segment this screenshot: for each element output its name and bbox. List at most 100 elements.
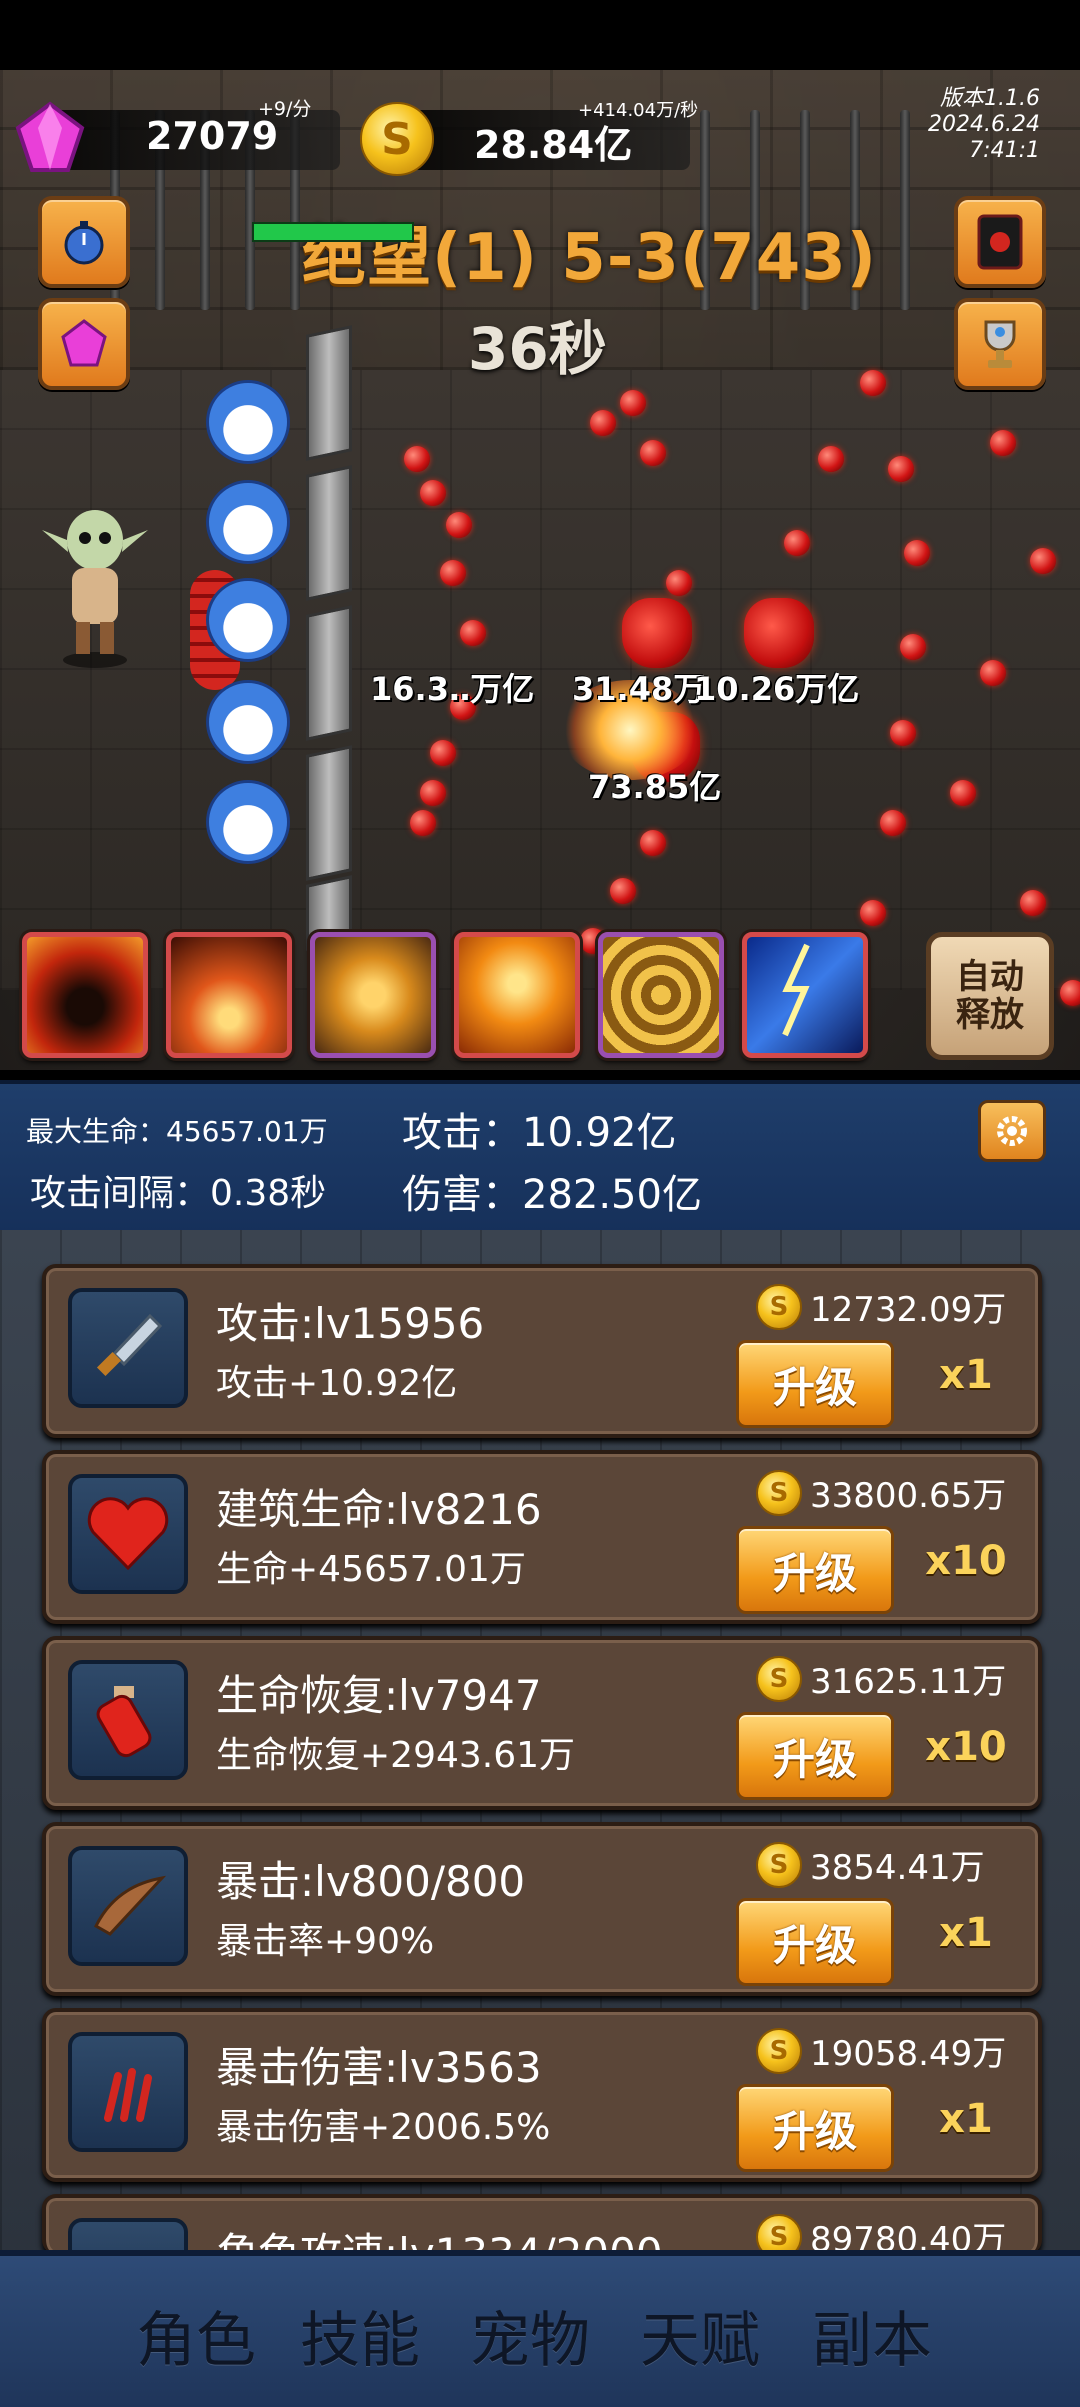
- upgrade-title: 角色攻速:lv1334/2000: [216, 2229, 663, 2254]
- upgrade-multiplier[interactable]: x10: [916, 1538, 1016, 1584]
- gear-icon: [997, 1116, 1027, 1146]
- card-button[interactable]: [954, 196, 1046, 288]
- projectile-orb: [860, 900, 886, 926]
- nav-dungeon[interactable]: 副本: [812, 2292, 932, 2379]
- upgrade-multiplier[interactable]: x10: [916, 1724, 1016, 1770]
- projectile-orb: [980, 660, 1006, 686]
- gold-coin-icon: S: [756, 2027, 802, 2074]
- barricade: [306, 605, 352, 741]
- projectile-orb: [404, 446, 430, 472]
- skill-lightning[interactable]: [742, 932, 868, 1058]
- projectile-orb: [590, 410, 616, 436]
- version-number: 版本1.1.6: [940, 86, 1040, 111]
- upgrade-card: 建筑生命:lv8216 生命+45657.01万 S 33800.65万 升级 x10: [42, 1450, 1042, 1624]
- skill-berserk[interactable]: [22, 932, 148, 1058]
- upgrade-cost-value: 19058.49万: [810, 2034, 1007, 2074]
- upgrade-button[interactable]: 升级: [736, 1340, 894, 1428]
- upgrade-button[interactable]: 升级: [736, 1898, 894, 1986]
- auto-release-button[interactable]: 自动 释放: [926, 932, 1054, 1060]
- projectile-orb: [460, 620, 486, 646]
- trophy-button[interactable]: [954, 298, 1046, 390]
- barricade: [306, 745, 352, 881]
- upgrade-cost-value: 33800.65万: [810, 1476, 1007, 1516]
- gold-count: 28.84亿: [474, 123, 633, 167]
- upgrade-title: 暴击伤害:lv3563: [216, 2043, 542, 2092]
- penguin-soldier: [206, 578, 290, 662]
- gold-coin-icon: S: [756, 1283, 802, 1330]
- projectile-orb: [430, 740, 456, 766]
- projectile-orb: [1030, 548, 1056, 574]
- gem-shop-button[interactable]: [38, 298, 130, 390]
- nav-pets[interactable]: 宠物: [470, 2292, 590, 2379]
- upgrade-button[interactable]: 升级: [736, 2084, 894, 2172]
- nav-skills[interactable]: 技能: [300, 2292, 420, 2379]
- projectile-orb: [950, 780, 976, 806]
- upgrade-cost-value: 3854.41万: [810, 1848, 985, 1888]
- stopwatch-icon: [64, 221, 104, 265]
- settings-button[interactable]: [978, 1100, 1046, 1162]
- dungeon-floor: [0, 370, 1080, 990]
- projectile-orb: [610, 878, 636, 904]
- dagger-icon: [68, 1288, 188, 1408]
- projectile-orb: [440, 560, 466, 586]
- gem-icon[interactable]: [10, 98, 90, 178]
- damage-number: 31.48万: [572, 670, 706, 708]
- barricade: [306, 325, 352, 461]
- drum-icon: [68, 2218, 188, 2254]
- upgrade-title: 生命恢复:lv7947: [216, 1671, 542, 1720]
- upgrade-cost: S 3854.41万: [756, 1840, 985, 1889]
- projectile-orb: [880, 810, 906, 836]
- stats-panel: 最大生命：45657.01万 攻击：10.92亿 攻击间隔：0.38秒 伤害：2…: [0, 1080, 1080, 1234]
- upgrade-multiplier[interactable]: x1: [916, 2096, 1016, 2142]
- damage-number: 16.3‥万亿: [370, 670, 535, 708]
- auto-label-line2: 释放: [956, 995, 1024, 1035]
- stage-timer: 36秒: [468, 315, 607, 383]
- stat-max-hp: 最大生命：45657.01万: [26, 1115, 328, 1148]
- penguin-soldier: [206, 680, 290, 764]
- skill-meteor[interactable]: [166, 932, 292, 1058]
- enemy-monster: [622, 598, 692, 668]
- claw-icon: [68, 2032, 188, 2152]
- upgrade-description: 生命恢复+2943.61万: [216, 1735, 576, 1776]
- nav-character[interactable]: 角色: [136, 2292, 256, 2379]
- trophy-icon: [984, 320, 1016, 368]
- projectile-orb: [446, 512, 472, 538]
- damage-number: 73.85亿: [588, 768, 722, 806]
- projectile-orb: [666, 570, 692, 596]
- gold-coin-icon: S: [756, 1655, 802, 1702]
- projectile-orb: [420, 780, 446, 806]
- stat-damage: 伤害：282.50亿: [402, 1172, 702, 1218]
- gold-coin-icon: S: [360, 102, 434, 176]
- skill-vortex[interactable]: [598, 932, 724, 1058]
- projectile-orb: [1060, 980, 1080, 1006]
- upgrade-multiplier[interactable]: x1: [916, 1352, 1016, 1398]
- upgrade-description: 攻击+10.92亿: [216, 1363, 458, 1404]
- upgrade-button[interactable]: 升级: [736, 1526, 894, 1614]
- gem-icon-small: [61, 319, 107, 367]
- gold-coin-icon: S: [756, 1469, 802, 1516]
- skill-flame-beast[interactable]: [454, 932, 580, 1058]
- projectile-orb: [860, 370, 886, 396]
- nav-talents[interactable]: 天赋: [640, 2292, 760, 2379]
- penguin-soldier: [206, 480, 290, 564]
- upgrade-cost: S 33800.65万: [756, 1468, 1006, 1517]
- gold-rate: +414.04万/秒: [578, 100, 699, 121]
- skill-fire-orbs[interactable]: [310, 932, 436, 1058]
- projectile-orb: [640, 440, 666, 466]
- damage-number: 10.26万亿: [694, 670, 860, 708]
- upgrade-cost-value: 89780.40万: [810, 2220, 1007, 2254]
- stage-title: 绝望(1) 5-3(743): [302, 221, 878, 295]
- projectile-orb: [640, 830, 666, 856]
- upgrade-card: 暴击伤害:lv3563 暴击伤害+2006.5% S 19058.49万 升级 x1: [42, 2008, 1042, 2182]
- projectile-orb: [990, 430, 1016, 456]
- upgrade-button[interactable]: 升级: [736, 1712, 894, 1800]
- upgrade-description: 生命+45657.01万: [216, 1549, 526, 1590]
- card-icon: [977, 214, 1023, 270]
- upgrade-description: 暴击率+90%: [216, 1921, 435, 1962]
- projectile-orb: [818, 446, 844, 472]
- projectile-orb: [904, 540, 930, 566]
- lightning-icon: [782, 943, 810, 1037]
- stopwatch-button[interactable]: [38, 196, 130, 288]
- gold-coin-icon: S: [756, 2213, 802, 2254]
- upgrade-multiplier[interactable]: x1: [916, 1910, 1016, 1956]
